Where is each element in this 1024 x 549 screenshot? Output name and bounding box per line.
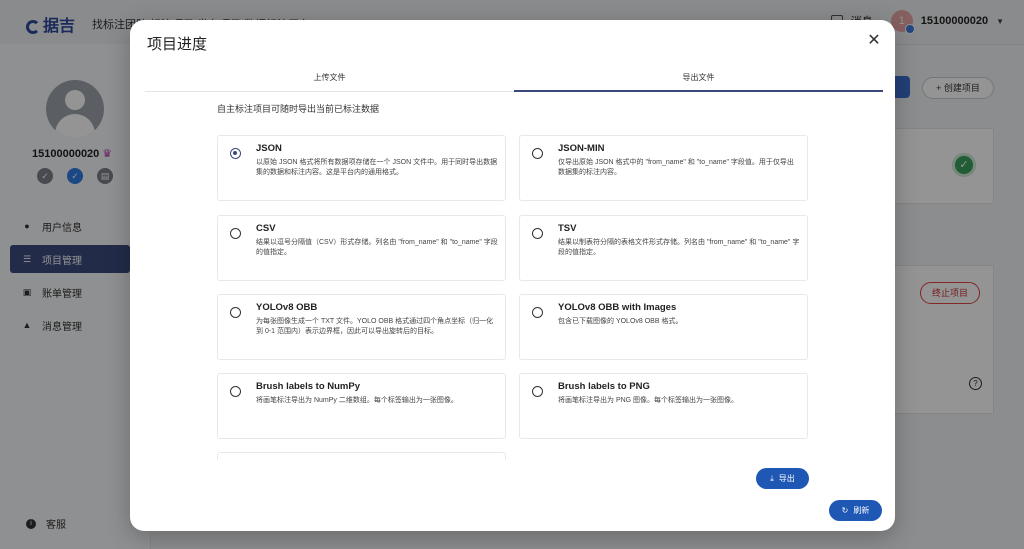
format-name: TSV [558,223,577,234]
radio-button[interactable] [230,148,241,159]
format-name: JSON-MIN [558,143,605,154]
radio-button[interactable] [532,148,543,159]
dialog-title: 项目进度 [147,36,208,53]
format-option-tsv[interactable]: TSV 结果以制表符分隔的表格文件形式存储。列名由 "from_name" 和 … [519,215,808,281]
format-option-next[interactable] [217,452,506,460]
format-description: 将画笔标注导出为 PNG 图像。每个标签输出为一张图像。 [558,397,739,404]
format-name: Brush labels to NumPy [256,381,360,392]
refresh-icon: ↻ [841,506,849,515]
tab-upload-file[interactable]: 上传文件 [145,67,514,91]
export-format-list: JSON 以原始 JSON 格式将所有数据项存储在一个 JSON 文件中。用于同… [217,135,809,460]
radio-button[interactable] [230,307,241,318]
format-option-yolov8-obb[interactable]: YOLOv8 OBB 为每张图像生成一个 TXT 文件。YOLO OBB 格式通… [217,294,506,360]
format-description: 结果以制表符分隔的表格文件形式存储。列名由 "from_name" 和 "to_… [558,239,800,256]
format-description: 将画笔标注导出为 NumPy 二维数组。每个标签输出为一张图像。 [256,397,458,404]
format-name: JSON [256,143,282,154]
radio-button[interactable] [532,228,543,239]
tab-export-file[interactable]: 导出文件 [514,67,883,92]
format-description: 包含已下载图像的 YOLOv8 OBB 格式。 [558,318,683,325]
format-option-yolov8-obb-images[interactable]: YOLOv8 OBB with Images 包含已下载图像的 YOLOv8 O… [519,294,808,360]
refresh-button[interactable]: ↻ 刷新 [829,500,882,521]
radio-button[interactable] [532,386,543,397]
format-option-json[interactable]: JSON 以原始 JSON 格式将所有数据项存储在一个 JSON 文件中。用于同… [217,135,506,201]
format-description: 以原始 JSON 格式将所有数据项存储在一个 JSON 文件中。用于同时导出数据… [256,159,498,176]
format-option-csv[interactable]: CSV 结果以逗号分隔值（CSV）形式存储。列名由 "from_name" 和 … [217,215,506,281]
radio-button[interactable] [230,386,241,397]
export-hint: 自主标注项目可随时导出当前已标注数据 [217,104,380,114]
radio-button[interactable] [532,307,543,318]
format-name: YOLOv8 OBB [256,302,318,313]
format-description: 结果以逗号分隔值（CSV）形式存储。列名由 "from_name" 和 "to_… [256,239,498,256]
download-icon: ⤓ [770,474,774,483]
radio-button[interactable] [230,228,241,239]
format-option-json-min[interactable]: JSON-MIN 仅导出原始 JSON 格式中的 "from_name" 和 "… [519,135,808,201]
format-description: 为每张图像生成一个 TXT 文件。YOLO OBB 格式通过四个角点坐标（归一化… [256,318,494,335]
format-name: Brush labels to PNG [558,381,650,392]
format-option-brush-png[interactable]: Brush labels to PNG 将画笔标注导出为 PNG 图像。每个标签… [519,373,808,439]
format-description: 仅导出原始 JSON 格式中的 "from_name" 和 "to_name" … [558,159,794,176]
project-progress-dialog: 项目进度 ✕ 上传文件 导出文件 自主标注项目可随时导出当前已标注数据 JSON… [130,20,895,531]
dialog-tabs: 上传文件 导出文件 [145,67,883,92]
format-name: YOLOv8 OBB with Images [558,302,677,313]
export-button[interactable]: ⤓ 导出 [756,468,809,489]
close-icon[interactable]: ✕ [867,33,881,49]
format-name: CSV [256,223,276,234]
format-option-brush-numpy[interactable]: Brush labels to NumPy 将画笔标注导出为 NumPy 二维数… [217,373,506,439]
